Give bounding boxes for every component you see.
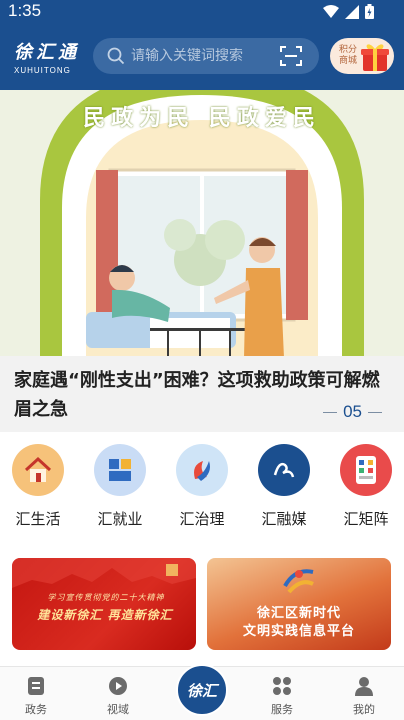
- scan-icon[interactable]: [276, 38, 306, 74]
- shortcut-matrix[interactable]: 汇矩阵: [328, 444, 404, 529]
- points-mall-button[interactable]: 积分商城: [330, 38, 394, 74]
- apps-grid-icon: [340, 444, 392, 496]
- status-bar: 1:35: [0, 0, 404, 24]
- promo-left-title: 建设新徐汇 再造新徐汇: [37, 608, 173, 622]
- nav-label: 服务: [271, 703, 293, 716]
- page-dash-right: [368, 411, 382, 413]
- signal-icon: [345, 4, 359, 19]
- page-dash-left: [323, 411, 338, 413]
- shortcut-employment[interactable]: 汇就业: [82, 444, 158, 529]
- document-icon: [25, 675, 47, 697]
- promo-card-civilization[interactable]: 徐汇区新时代 文明实践信息平台: [207, 558, 391, 650]
- home-logo-button[interactable]: 徐汇: [176, 664, 228, 716]
- shortcut-label: 汇治理: [179, 510, 225, 528]
- shortcut-label: 汇矩阵: [343, 510, 389, 528]
- nav-item-services[interactable]: 服务: [252, 675, 312, 717]
- nav-label: 政务: [25, 703, 47, 716]
- building-silhouette-icon: [12, 558, 196, 588]
- news-banner[interactable]: 民政为民 民政爱民: [0, 90, 404, 358]
- play-icon: [107, 675, 129, 697]
- recruit-icon: [94, 444, 146, 496]
- nav-item-government[interactable]: 政务: [6, 675, 66, 717]
- shortcut-grid: 汇生活 汇就业 汇治理 汇融媒 汇矩阵: [0, 440, 404, 540]
- promo-left-subtitle: 学习宣传贯彻党的二十大精神: [47, 593, 165, 602]
- promo-right-line1: 徐汇区新时代: [256, 606, 341, 621]
- banner-page-indicator: 05: [323, 402, 382, 422]
- status-time: 1:35: [8, 1, 42, 20]
- media-icon: [258, 444, 310, 496]
- brand-name: 徐汇通: [14, 42, 80, 63]
- home-logo-text: 徐汇: [186, 681, 217, 700]
- nav-item-profile[interactable]: 我的: [334, 675, 394, 717]
- promo-right-line2: 文明实践信息平台: [242, 624, 355, 639]
- wifi-icon: [323, 4, 339, 18]
- grid-icon: [271, 675, 293, 697]
- shortcut-media[interactable]: 汇融媒: [246, 444, 322, 529]
- shortcut-governance[interactable]: 汇治理: [164, 444, 240, 529]
- points-mall-label: 积分商城: [338, 45, 357, 66]
- status-icons: [323, 4, 374, 19]
- battery-icon: [365, 4, 374, 19]
- shortcut-label: 汇生活: [15, 510, 61, 528]
- house-icon: [12, 444, 64, 496]
- person-icon: [353, 675, 375, 697]
- brand-pinyin: XUHUITONG: [14, 66, 71, 75]
- page-number: 05: [343, 402, 362, 421]
- nav-label: 视域: [107, 703, 129, 716]
- app-header: 徐汇通 XUHUITONG 积分商城: [0, 24, 404, 90]
- nav-item-video[interactable]: 视域: [88, 675, 148, 717]
- shortcut-label: 汇融媒: [261, 510, 307, 528]
- banner-arch-text: 民政为民 民政爱民: [83, 106, 321, 131]
- brand-logo: 徐汇通 XUHUITONG: [14, 38, 80, 75]
- promo-card-party[interactable]: 学习宣传贯彻党的二十大精神 建设新徐汇 再造新徐汇: [12, 558, 196, 650]
- gift-icon: [361, 44, 389, 71]
- shortcut-label: 汇就业: [97, 510, 143, 528]
- civilization-logo-icon: [283, 569, 314, 594]
- shortcut-life[interactable]: 汇生活: [0, 444, 76, 529]
- banner-caption[interactable]: 家庭遇“刚性支出”困难？这项救助政策可解燃眉之急 05: [0, 356, 404, 432]
- governance-icon: [176, 444, 228, 496]
- nav-label: 我的: [353, 703, 375, 716]
- search-icon: [107, 47, 125, 65]
